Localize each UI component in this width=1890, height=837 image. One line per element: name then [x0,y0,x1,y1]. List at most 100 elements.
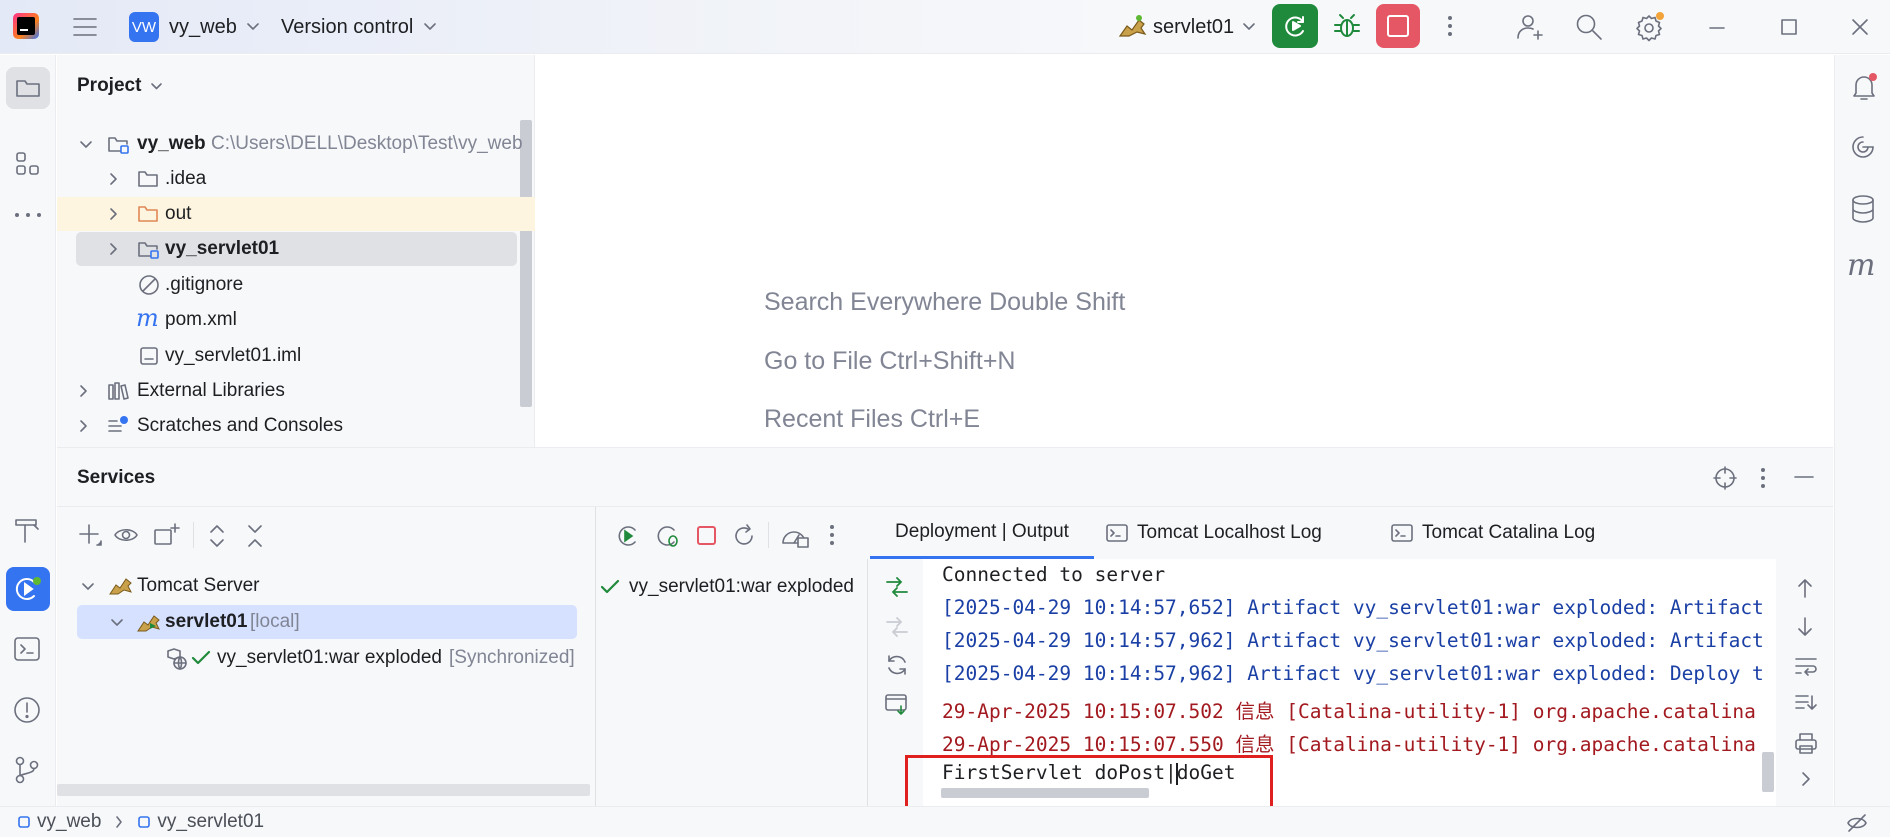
excluded-folder-icon [137,204,159,224]
problems-icon[interactable] [12,695,42,725]
rerun-button[interactable] [1272,4,1318,48]
tree-item-artifact[interactable]: vy_servlet01:war exploded [Synchronized] [57,641,587,675]
options-icon[interactable] [1756,467,1770,489]
crosshair-icon[interactable] [1713,466,1737,490]
more-actions-icon[interactable] [1440,14,1460,38]
run-config-widget[interactable]: servlet01 [1117,9,1256,45]
new-group-icon[interactable] [153,522,181,548]
maven-icon[interactable]: m [1847,248,1875,283]
scroll-down-icon[interactable] [1795,615,1815,639]
chevron-right-icon[interactable] [79,419,88,433]
tree-item-tomcat-server[interactable]: Tomcat Server [57,569,587,603]
tree-item-vy-web[interactable]: vy_web C:\Users\DELL\Desktop\Test\vy_web [57,127,523,161]
project-panel-header[interactable]: Project [77,75,163,97]
folder-icon [137,169,159,189]
deployment-splitter[interactable] [867,559,868,806]
breadcrumb-item[interactable]: vy_web [37,811,101,833]
maximize-icon[interactable] [1779,17,1799,37]
git-icon[interactable] [13,755,41,785]
main-menu-icon[interactable] [72,16,98,38]
debug-run-icon[interactable] [654,523,682,549]
project-scrollbar[interactable] [520,120,532,407]
scratches-icon [107,415,129,435]
database-icon[interactable] [1850,194,1876,224]
stop-icon[interactable] [696,525,718,547]
services-tool-button[interactable] [6,567,50,611]
tree-item-scratches[interactable]: Scratches and Consoles [57,409,520,443]
build-icon[interactable] [12,515,42,545]
chevron-down-icon[interactable] [110,618,124,627]
tree-item-path: C:\Users\DELL\Desktop\Test\vy_web [211,133,523,154]
console-vscrollbar[interactable] [1762,752,1774,792]
tree-item-servlet01[interactable]: servlet01 [local] [77,605,577,639]
minimize-icon[interactable] [1707,18,1727,38]
close-icon[interactable] [1850,17,1870,37]
status-bar: vy_web vy_servlet01 [0,806,1890,837]
debug-icon[interactable] [1332,11,1362,41]
chevron-down-icon[interactable] [81,582,95,591]
console-line: [2025-04-29 10:14:57,962] Artifact vy_se… [942,662,1764,685]
left-tool-strip [0,55,56,806]
scroll-to-end-icon[interactable] [1794,692,1818,714]
more-tools-icon[interactable] [14,211,42,219]
app-logo-icon[interactable] [13,13,39,39]
collapse-all-icon[interactable] [243,523,267,549]
deployment-item[interactable]: vy_servlet01:war exploded [600,570,854,604]
power-save-icon[interactable] [1846,813,1868,833]
tree-item-out[interactable]: out [57,197,535,231]
tab-tomcat-localhost-log[interactable]: Tomcat Localhost Log [1105,507,1322,559]
options-icon[interactable] [827,524,837,546]
tree-item-external-libraries[interactable]: External Libraries [57,374,520,408]
chevron-down-icon [423,22,437,32]
chevron-right-icon[interactable] [109,172,118,186]
deploy-settings-icon[interactable] [884,692,910,718]
undeploy-icon[interactable] [884,614,910,640]
tree-item-iml[interactable]: vy_servlet01.iml [57,339,520,373]
chevron-right-icon[interactable] [109,242,118,256]
profiler-icon[interactable] [780,524,810,548]
settings-icon[interactable] [1634,11,1666,43]
rerun-icon[interactable] [731,523,757,549]
tab-deployment-output[interactable]: Deployment | Output [870,507,1094,559]
search-icon[interactable] [1574,12,1604,42]
add-user-icon[interactable] [1515,12,1545,42]
ai-assistant-icon[interactable] [1849,133,1877,161]
breadcrumb: vy_web vy_servlet01 [17,811,264,833]
scroll-up-icon[interactable] [1795,576,1815,600]
hide-panel-icon[interactable] [1793,466,1815,488]
chevron-right-icon[interactable] [1800,770,1812,788]
chevron-down-icon[interactable] [79,140,93,149]
chevron-right-icon[interactable] [79,384,88,398]
eye-icon[interactable] [113,524,143,548]
services-tree-scrollbar[interactable] [57,784,590,796]
project-widget[interactable]: VW vy_web [129,9,260,45]
notifications-icon[interactable] [1849,72,1879,102]
hint-search-everywhere: Search Everywhere Double Shift [764,288,1126,316]
stop-button[interactable] [1376,4,1420,48]
breadcrumb-item[interactable]: vy_servlet01 [157,811,264,833]
project-panel-title: Project [77,75,142,96]
tree-item-gitignore[interactable]: .gitignore [57,268,520,302]
console-icon [1105,523,1129,543]
structure-icon[interactable] [14,150,42,178]
terminal-icon[interactable] [13,636,41,662]
tomcat-icon [108,575,132,597]
web-artifact-icon [165,647,189,671]
chevron-right-icon[interactable] [109,207,118,221]
iml-file-icon [139,346,159,366]
version-control-widget[interactable]: Version control [281,9,437,45]
add-service-icon[interactable] [78,523,104,549]
tree-item-pom[interactable]: m pom.xml [57,303,520,337]
toolbar-separator [193,522,194,548]
tab-tomcat-catalina-log[interactable]: Tomcat Catalina Log [1390,507,1595,559]
tree-item-vy-servlet01[interactable]: vy_servlet01 [76,232,517,266]
deploy-icon[interactable] [884,574,910,600]
project-tool-button[interactable] [6,67,50,109]
tree-item-idea[interactable]: .idea [57,162,520,196]
soft-wrap-icon[interactable] [1794,655,1818,677]
run-icon[interactable] [615,523,641,549]
refresh-icon[interactable] [884,652,910,678]
print-icon[interactable] [1794,731,1818,755]
expand-all-icon[interactable] [205,523,229,549]
chevron-right-icon [115,815,123,829]
